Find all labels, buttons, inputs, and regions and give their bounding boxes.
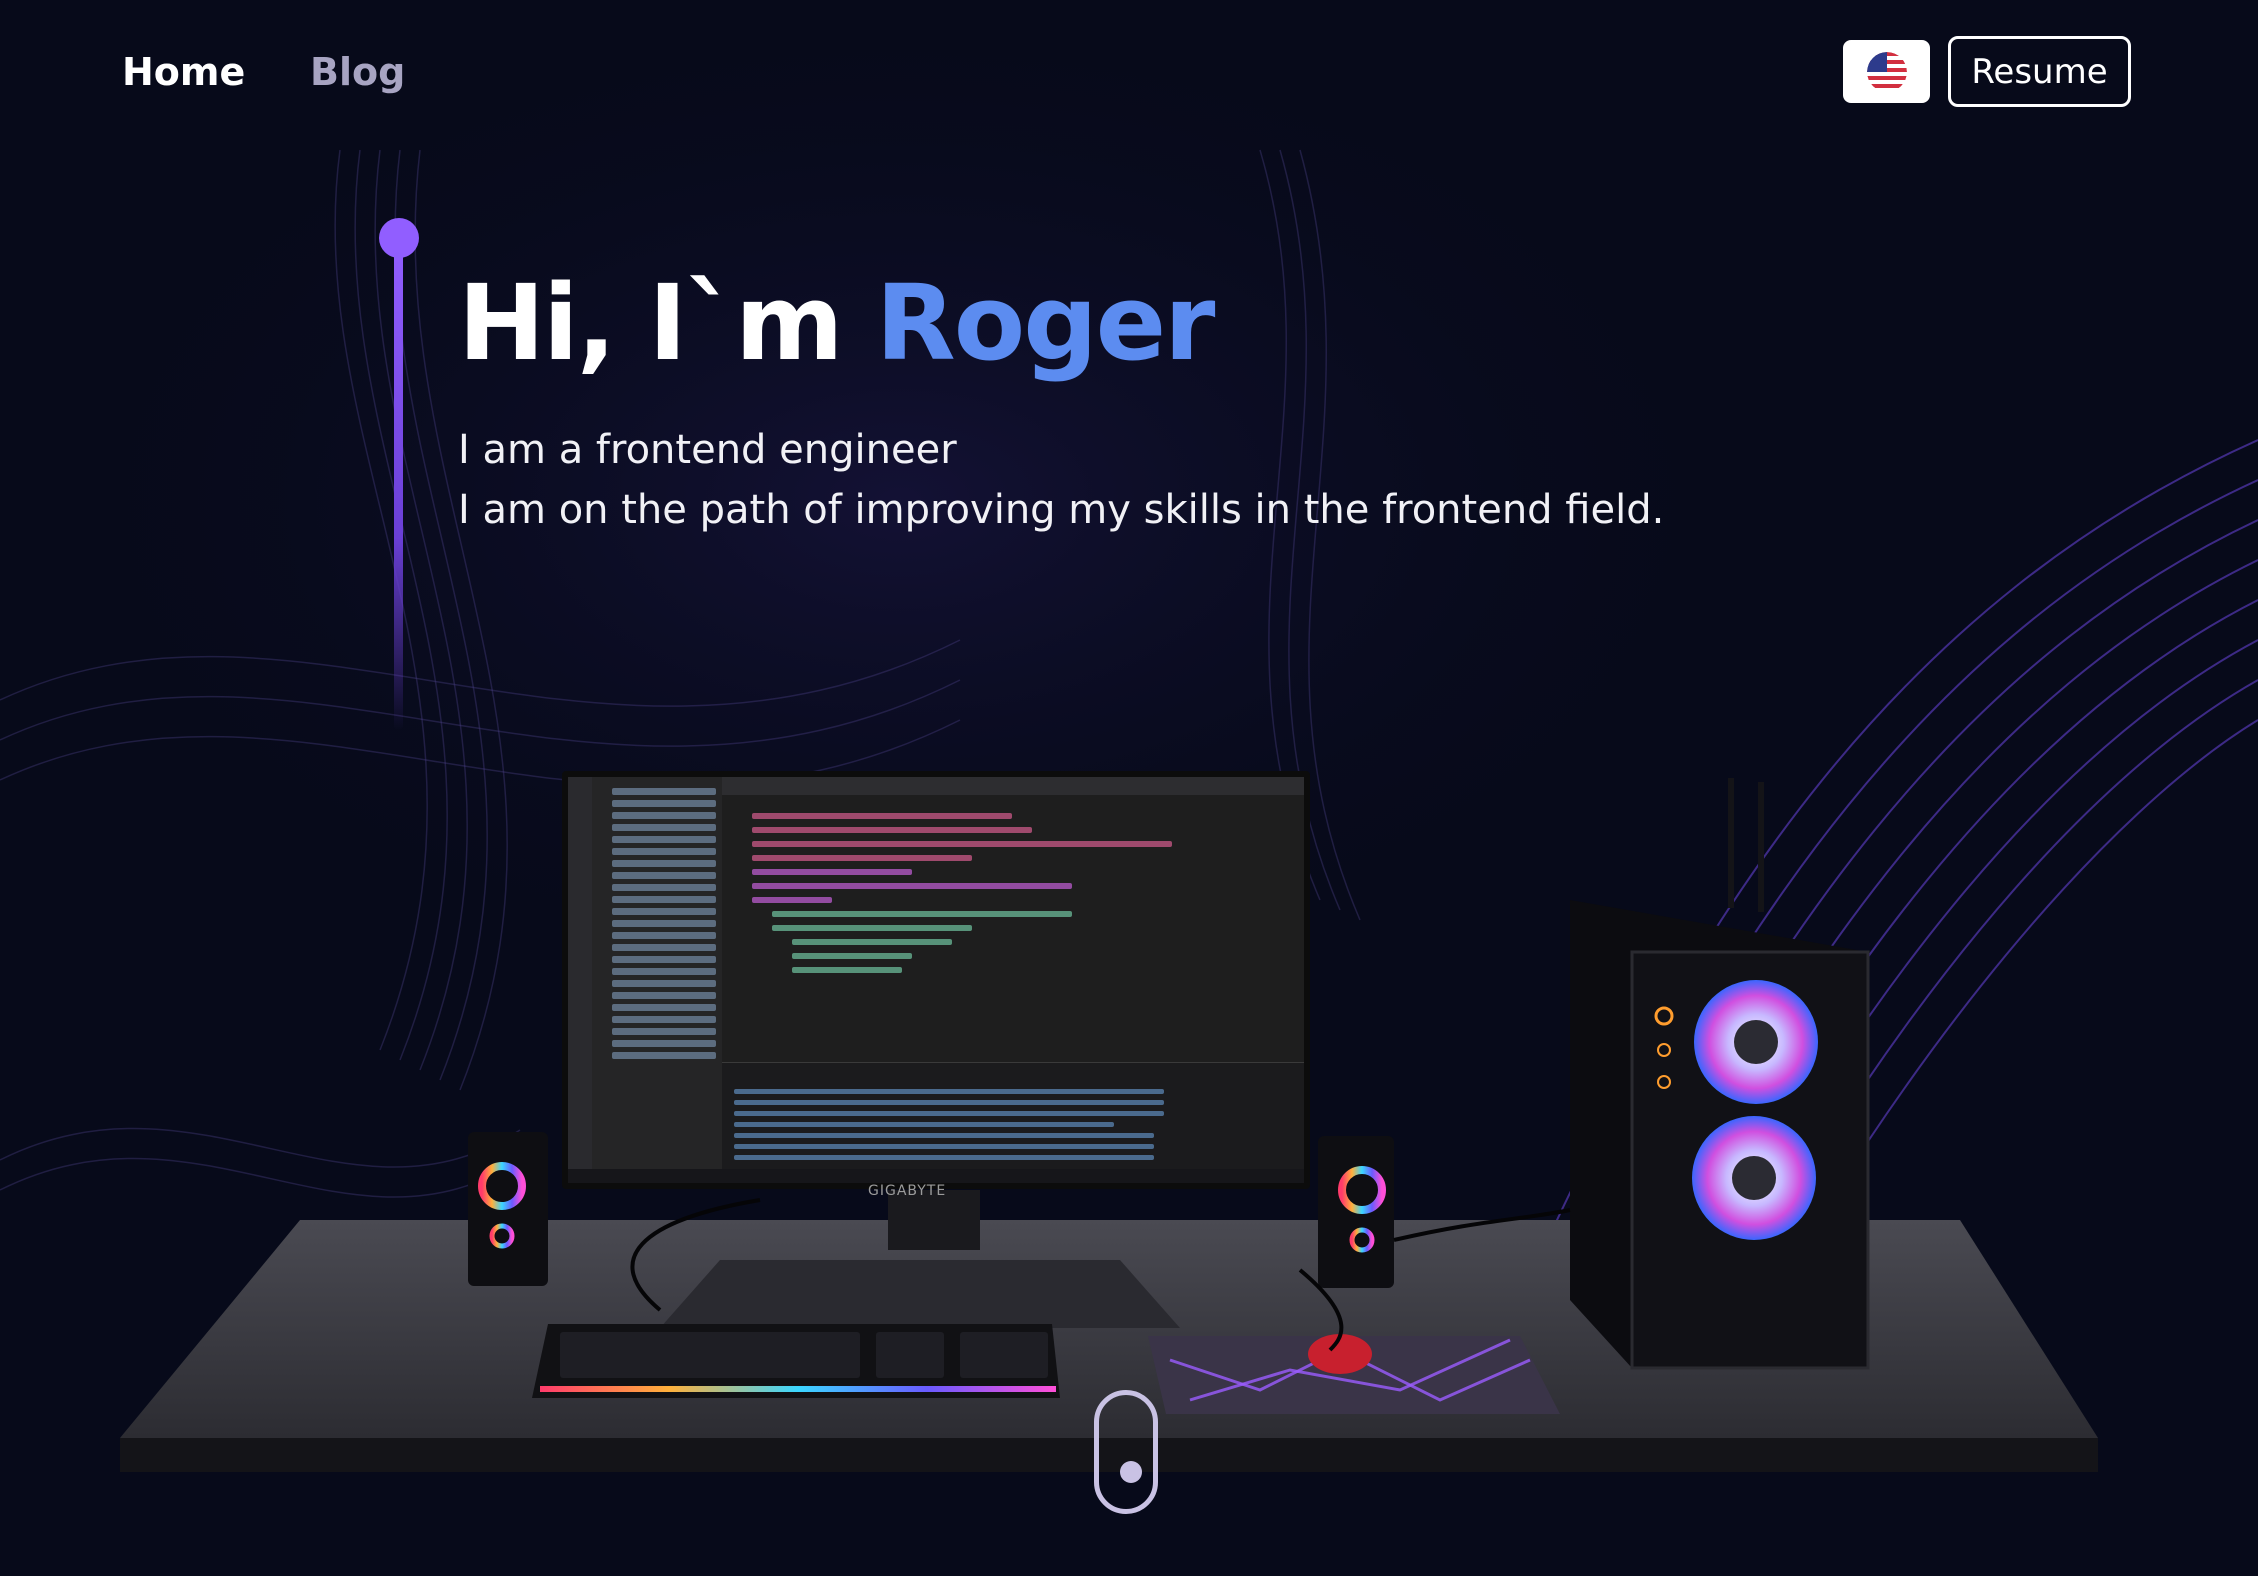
ide-status-bar bbox=[568, 1169, 1304, 1183]
language-button[interactable] bbox=[1843, 40, 1930, 103]
ide-terminal bbox=[722, 1062, 1304, 1169]
resume-button[interactable]: Resume bbox=[1948, 36, 2131, 107]
nav-home-link[interactable]: Home bbox=[122, 44, 245, 100]
accent-line bbox=[394, 250, 403, 730]
scroll-dot bbox=[1120, 1461, 1142, 1483]
ide-code bbox=[722, 799, 1304, 1059]
desk-scene: GIGABYTE bbox=[0, 700, 2258, 1576]
hero-greeting: Hi, I`m bbox=[458, 262, 876, 384]
monitor-base bbox=[660, 1260, 1180, 1328]
ide-activity-bar bbox=[568, 777, 592, 1183]
monitor-screen bbox=[562, 771, 1310, 1189]
hero-title: Hi, I`m Roger bbox=[458, 258, 1216, 388]
hero-subtitle-2: I am on the path of improving my skills … bbox=[458, 487, 1665, 533]
hero-subtitle-1: I am a frontend engineer bbox=[458, 427, 957, 473]
nav-blog-link[interactable]: Blog bbox=[310, 44, 405, 100]
page: Home Blog Resume Hi, I`m Roger I am a fr… bbox=[0, 0, 2258, 1576]
top-nav: Home Blog Resume bbox=[0, 0, 2258, 145]
ide-explorer bbox=[592, 777, 722, 1183]
monitor-neck bbox=[888, 1190, 980, 1250]
hero-name: Roger bbox=[875, 262, 1216, 384]
monitor-brand-label: GIGABYTE bbox=[868, 1183, 947, 1199]
ide-tabs bbox=[722, 777, 1304, 795]
us-flag-icon bbox=[1866, 51, 1907, 92]
scroll-down-indicator[interactable] bbox=[1094, 1390, 1158, 1514]
